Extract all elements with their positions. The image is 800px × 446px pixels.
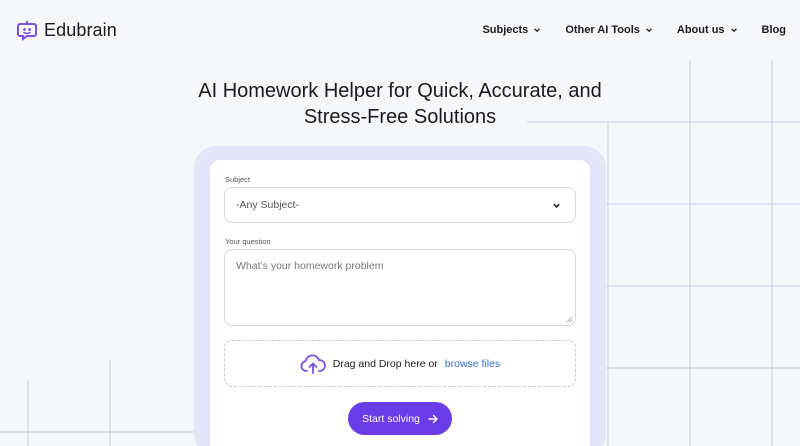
nav-item-about-us[interactable]: About us — [677, 24, 738, 36]
nav-item-label: Subjects — [482, 24, 529, 36]
subject-select-value: -Any Subject- — [236, 199, 300, 211]
page: Edubrain Subjects Other AI Tools About u… — [0, 0, 800, 446]
question-label: Your question — [225, 237, 271, 246]
nav-item-blog[interactable]: Blog — [762, 24, 786, 36]
subject-select[interactable]: -Any Subject- — [224, 187, 576, 223]
site-header: Edubrain Subjects Other AI Tools About u… — [0, 0, 800, 60]
dropzone-text: Drag and Drop here or — [332, 357, 438, 370]
chevron-down-icon — [534, 28, 541, 33]
start-solving-button[interactable]: Start solving — [348, 402, 452, 435]
browse-files-link[interactable]: browse files — [445, 358, 500, 370]
brand-logo[interactable]: Edubrain — [16, 19, 117, 41]
start-solving-label: Start solving — [362, 412, 420, 425]
page-title: AI Homework Helper for Quick, Accurate, … — [0, 78, 800, 130]
chevron-down-icon — [553, 203, 560, 208]
subject-label: Subject — [225, 175, 251, 184]
question-placeholder: What’s your homework problem — [236, 260, 384, 272]
nav-item-label: About us — [676, 24, 725, 36]
nav-item-subjects[interactable]: Subjects — [482, 24, 541, 36]
arrow-right-icon — [428, 414, 438, 423]
robot-chat-icon — [17, 21, 37, 41]
nav-item-label: Blog — [761, 24, 786, 36]
page-title-line-2: Stress-Free Solutions — [303, 106, 497, 128]
file-dropzone[interactable]: Drag and Drop here or browse files — [224, 340, 576, 387]
nav-item-other-ai-tools[interactable]: Other AI Tools — [565, 24, 653, 36]
cloud-upload-icon — [300, 354, 326, 374]
resize-handle-icon[interactable] — [566, 316, 573, 323]
nav-item-label: Other AI Tools — [565, 24, 640, 36]
chevron-down-icon — [730, 28, 737, 33]
question-textarea[interactable]: What’s your homework problem — [224, 249, 576, 326]
page-title-line-1: AI Homework Helper for Quick, Accurate, … — [198, 80, 602, 102]
brand-name: Edubrain — [44, 19, 117, 40]
main-nav: Subjects Other AI Tools About us Blog — [482, 24, 786, 36]
chevron-down-icon — [646, 28, 652, 33]
